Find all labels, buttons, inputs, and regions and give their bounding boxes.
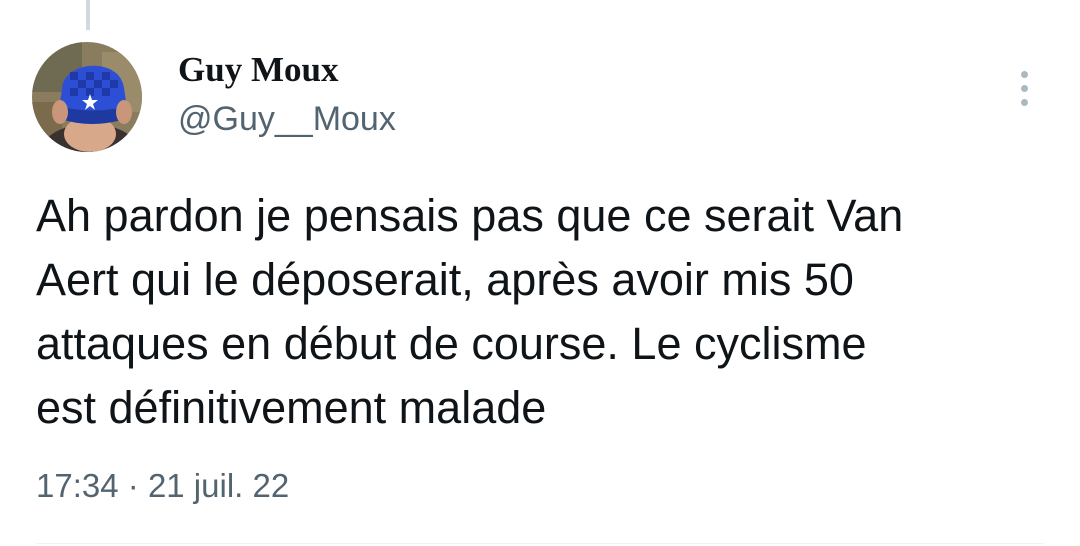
- meta-separator: ·: [127, 467, 139, 504]
- author-display-name[interactable]: Guy Moux: [178, 50, 338, 90]
- divider: [36, 543, 1044, 544]
- tweet-text-line: Ah pardon je pensais pas que ce serait V…: [36, 190, 904, 241]
- tweet-text-line: Aert qui le déposerait, après avoir mis …: [36, 254, 854, 305]
- more-options-button[interactable]: [1006, 66, 1042, 110]
- more-vertical-icon: [1020, 70, 1028, 78]
- tweet-text-line: attaques en début de course. Le cyclisme: [36, 318, 867, 369]
- avatar[interactable]: [32, 42, 142, 152]
- author-handle[interactable]: @Guy__Moux: [178, 99, 396, 139]
- more-vertical-icon-dot: [1020, 98, 1028, 106]
- tweet-text: Ah pardon je pensais pas que ce serait V…: [36, 184, 1046, 440]
- tweet-text-line: est définitivement malade: [36, 382, 547, 433]
- profile-photo-icon: [32, 42, 142, 152]
- tweet-card: Guy Moux @Guy__Moux Ah pardon je pensais…: [0, 0, 1080, 546]
- thread-connector-line: [86, 0, 90, 30]
- tweet-timestamp[interactable]: 17:34 · 21 juil. 22: [36, 464, 289, 508]
- tweet-date: 21 juil. 22: [147, 467, 290, 504]
- tweet-time: 17:34: [36, 467, 119, 504]
- more-vertical-icon-dot: [1020, 84, 1028, 92]
